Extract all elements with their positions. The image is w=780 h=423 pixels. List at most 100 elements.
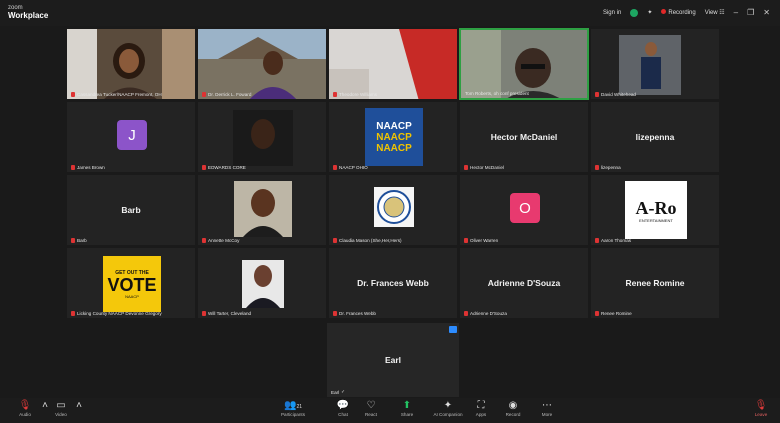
muted-mic-icon bbox=[71, 311, 75, 316]
logo-line-2: NAACP bbox=[376, 131, 412, 143]
title-bar: zoom Workplace Sign in ✦ Recording View … bbox=[0, 0, 780, 26]
tile-earl[interactable]: Earl Earl ✓ bbox=[327, 323, 459, 397]
participant-name: Annette McCoy bbox=[208, 238, 240, 243]
tile-annette[interactable]: Annette McCoy bbox=[197, 174, 327, 246]
muted-mic-icon bbox=[464, 165, 468, 170]
tile-frances[interactable]: Dr. Frances Webb Dr. Frances Webb bbox=[328, 247, 458, 319]
muted-mic-icon bbox=[464, 238, 468, 243]
more-button[interactable]: ⋯ More bbox=[530, 400, 564, 417]
leave-icon: 🎙 bbox=[754, 400, 768, 411]
muted-mic-icon bbox=[333, 165, 337, 170]
chat-label: Chat bbox=[338, 412, 348, 417]
heart-icon: ♡ bbox=[366, 400, 376, 411]
more-label: More bbox=[541, 412, 553, 417]
participant-name: EDWARDS CORE bbox=[208, 165, 246, 170]
participant-video bbox=[67, 29, 195, 99]
recording-label: Recording bbox=[668, 10, 696, 16]
leave-button[interactable]: 🎙 Leave bbox=[748, 400, 774, 417]
logo-line-3: NAACP bbox=[376, 142, 412, 154]
participants-icon: 👥21 bbox=[283, 400, 302, 411]
muted-mic-icon bbox=[202, 92, 206, 97]
tile-licking[interactable]: GET OUT THE VOTE NAACP Licking County NA… bbox=[66, 247, 196, 319]
muted-mic-icon bbox=[595, 92, 599, 97]
shield-icon[interactable] bbox=[630, 8, 639, 17]
minimize-icon[interactable]: – bbox=[734, 8, 738, 17]
muted-mic-icon bbox=[333, 311, 337, 316]
participant-name: Cassandrea Tucker/NAACP Fremont, OH bbox=[77, 92, 162, 97]
tile-adrienne[interactable]: Adrienne D'Souza Adrienne D'Souza bbox=[459, 247, 589, 319]
participant-name: James Brown bbox=[77, 165, 105, 170]
share-label: Share bbox=[400, 412, 414, 417]
tile-naacp-ohio[interactable]: NAACP NAACP NAACP NAACP OHIO bbox=[328, 101, 458, 173]
vote-logo: GET OUT THE VOTE NAACP bbox=[103, 256, 161, 312]
tile-will[interactable]: Will Tarter, Cleveland bbox=[197, 247, 327, 319]
participant-name: Claudia Mason (She,Her,Hers) bbox=[339, 238, 402, 243]
apps-icon: ⛶ bbox=[477, 400, 485, 411]
participant-name: lizepenna bbox=[601, 165, 621, 170]
tile-claudia[interactable]: Claudia Mason (She,Her,Hers) bbox=[328, 174, 458, 246]
pin-icon[interactable] bbox=[449, 326, 457, 333]
react-label: React bbox=[364, 412, 377, 417]
apps-button[interactable]: ⛶ Apps bbox=[464, 400, 498, 417]
muted-mic-icon bbox=[202, 238, 206, 243]
more-icon: ⋯ bbox=[542, 400, 552, 411]
avatar: J bbox=[117, 120, 147, 150]
participant-name: Oliver Warren bbox=[470, 238, 499, 243]
record-button[interactable]: ◉ Record bbox=[496, 400, 530, 417]
participants-button[interactable]: 👥21 Participants bbox=[275, 400, 311, 417]
view-button[interactable]: View ☷ bbox=[705, 9, 725, 16]
ai-companion-button[interactable]: ✦ AI Companion bbox=[428, 400, 468, 417]
magic-icon[interactable]: ✦ bbox=[647, 9, 652, 16]
participant-name: Aaron Thomas bbox=[601, 238, 632, 243]
record-label: Record bbox=[505, 412, 521, 417]
tile-tom-active-speaker[interactable]: Tom Roberts, oh conf president bbox=[459, 28, 589, 100]
participant-video bbox=[591, 29, 719, 99]
share-icon: ⬆ bbox=[402, 400, 412, 411]
logo-line-1: NAACP bbox=[376, 120, 412, 132]
react-button[interactable]: ♡ React bbox=[354, 400, 388, 417]
muted-mic-icon bbox=[202, 165, 206, 170]
avatar: O bbox=[510, 193, 540, 223]
tile-david[interactable]: David Whitehead bbox=[590, 28, 720, 100]
recording-indicator[interactable]: Recording bbox=[661, 9, 696, 16]
participant-name: Will Tarter, Cleveland bbox=[208, 311, 252, 316]
logo-subtext: ENTERTAINMENT bbox=[639, 217, 673, 223]
tile-renee[interactable]: Renee Romine Renee Romine bbox=[590, 247, 720, 319]
brand-bottom: Workplace bbox=[8, 11, 49, 20]
tile-oliver[interactable]: O Oliver Warren bbox=[459, 174, 589, 246]
tile-derrick[interactable]: Dr. Derrick L. Foward bbox=[197, 28, 327, 100]
muted-mic-icon bbox=[464, 311, 468, 316]
caret-up-icon: ˄ bbox=[76, 400, 82, 411]
tile-lizepenna[interactable]: lizepenna lizepenna bbox=[590, 101, 720, 173]
tile-theodore[interactable]: Theodore Williams bbox=[328, 28, 458, 100]
participant-display-name: Hector McDaniel bbox=[490, 132, 558, 142]
muted-mic-icon bbox=[202, 311, 206, 316]
participant-display-name: Renee Romine bbox=[625, 278, 685, 288]
close-icon[interactable]: ✕ bbox=[763, 8, 770, 17]
participant-name: Hector McDaniel bbox=[470, 165, 504, 170]
tile-edwards[interactable]: EDWARDS CORE bbox=[197, 101, 327, 173]
tile-hector[interactable]: Hector McDaniel Hector McDaniel bbox=[459, 101, 589, 173]
view-label: View bbox=[704, 10, 718, 16]
share-button[interactable]: ⬆ Share bbox=[390, 400, 424, 417]
tile-james[interactable]: J James Brown bbox=[66, 101, 196, 173]
participant-video bbox=[198, 248, 326, 318]
audio-label: Audio bbox=[19, 412, 31, 417]
zoom-logo: zoom Workplace bbox=[8, 4, 48, 20]
video-options-caret[interactable]: ˄ bbox=[62, 400, 96, 412]
participant-video bbox=[461, 30, 587, 98]
video-grid: Cassandrea Tucker/NAACP Fremont, OH Dr. … bbox=[66, 28, 720, 323]
tile-cassandrea[interactable]: Cassandrea Tucker/NAACP Fremont, OH bbox=[66, 28, 196, 100]
leave-label: Leave bbox=[754, 412, 768, 417]
maximize-icon[interactable]: ❐ bbox=[747, 8, 754, 17]
ai-sparkle-icon: ✦ bbox=[443, 400, 453, 411]
tile-aaron[interactable]: A-Ro ENTERTAINMENT Aaron Thomas bbox=[590, 174, 720, 246]
apps-label: Apps bbox=[475, 412, 487, 417]
participant-name: NAACP OHIO bbox=[339, 165, 368, 170]
muted-mic-icon bbox=[595, 165, 599, 170]
participant-display-name: Dr. Frances Webb bbox=[357, 278, 429, 288]
sign-in-link[interactable]: Sign in bbox=[603, 10, 621, 16]
tile-barb[interactable]: Barb Barb bbox=[66, 174, 196, 246]
participant-display-name: Earl bbox=[384, 355, 402, 365]
participant-display-name: Adrienne D'Souza bbox=[487, 278, 561, 288]
